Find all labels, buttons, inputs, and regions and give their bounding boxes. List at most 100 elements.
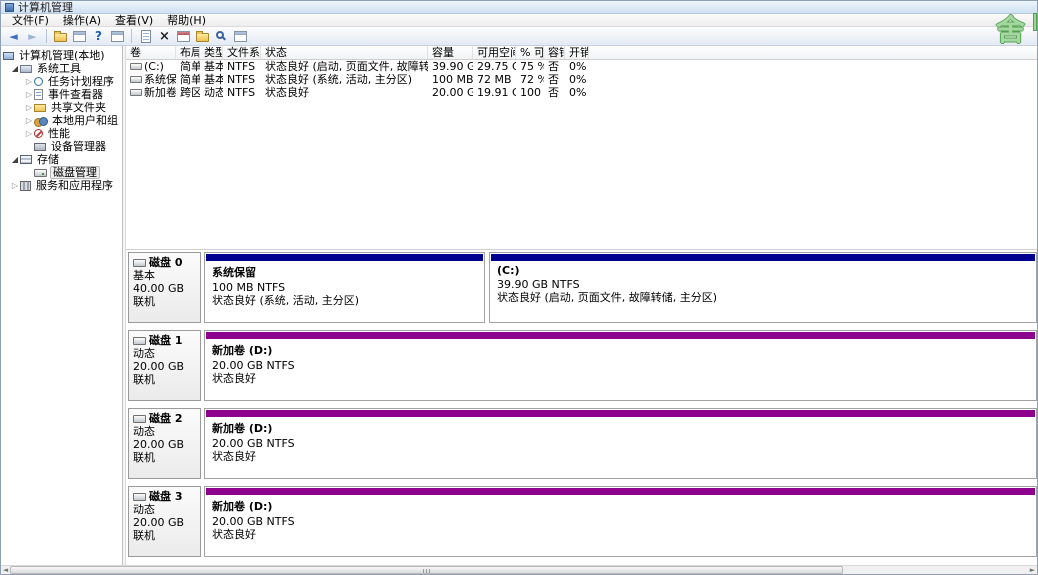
disk-size: 20.00 GB [133, 516, 200, 529]
expander-expanded-icon[interactable]: ◢ [10, 62, 20, 75]
storage-icon [20, 155, 32, 164]
app-icon [5, 3, 14, 12]
partition-color-strip [206, 254, 483, 261]
col-overhead[interactable]: 开销 [565, 46, 589, 59]
col-type[interactable]: 类型 [200, 46, 223, 59]
shared-folders-icon [34, 104, 46, 112]
volume-icon [130, 76, 142, 83]
console-window-icon[interactable] [71, 28, 88, 44]
menu-action[interactable]: 操作(A) [56, 14, 108, 27]
disk-3-label[interactable]: 磁盘 3 动态 20.00 GB 联机 [128, 486, 201, 557]
disk-status: 联机 [133, 451, 200, 464]
disk-size: 40.00 GB [133, 282, 200, 295]
properties-icon[interactable] [175, 28, 192, 44]
expander-expanded-icon[interactable]: ◢ [10, 153, 20, 166]
menu-bar: 文件(F) 操作(A) 查看(V) 帮助(H) [1, 14, 1037, 27]
disk-kind: 动态 [133, 503, 200, 516]
forward-icon[interactable]: ► [24, 28, 41, 44]
console-window-icon-2[interactable] [109, 28, 126, 44]
disk-0-label[interactable]: 磁盘 0 基本 40.00 GB 联机 [128, 252, 201, 323]
disk-status: 联机 [133, 295, 200, 308]
tree-item-local-users[interactable]: ▷ 本地用户和组 [1, 114, 122, 127]
col-free-space[interactable]: 可用空间 [473, 46, 516, 59]
disk-row-0: 磁盘 0 基本 40.00 GB 联机 系统保留 100 MB NTFS 状态良… [128, 252, 1037, 323]
menu-view[interactable]: 查看(V) [108, 14, 160, 27]
partition-new-volume-d[interactable]: 新加卷 (D:) 20.00 GB NTFS 状态良好 [204, 330, 1037, 401]
disk-icon [133, 337, 146, 345]
open-folder-icon[interactable] [194, 28, 211, 44]
tree-item-task-scheduler[interactable]: ▷ 任务计划程序 [1, 75, 122, 88]
col-layout[interactable]: 布局 [176, 46, 200, 59]
disk-kind: 动态 [133, 425, 200, 438]
disk-size: 20.00 GB [133, 438, 200, 451]
col-fault-tolerance[interactable]: 容错 [544, 46, 565, 59]
disk-kind: 动态 [133, 347, 200, 360]
disk-row-1: 磁盘 1 动态 20.00 GB 联机 新加卷 (D:) 20.00 GB NT… [128, 330, 1037, 401]
expander-collapsed-icon[interactable]: ▷ [24, 114, 34, 127]
help-icon[interactable]: ? [90, 28, 107, 44]
expander-collapsed-icon[interactable]: ▷ [24, 88, 34, 101]
disk-icon [133, 259, 146, 267]
watermark-partial-glyph [1033, 13, 1037, 31]
tree-item-storage[interactable]: ◢ 存储 [1, 153, 122, 166]
volume-icon [130, 89, 142, 96]
volume-row-c[interactable]: (C:) 简单 基本 NTFS 状态良好 (启动, 页面文件, 故障转储, 主分… [126, 60, 1037, 73]
disk-status: 联机 [133, 373, 200, 386]
disk-size: 20.00 GB [133, 360, 200, 373]
partition-system-reserved[interactable]: 系统保留 100 MB NTFS 状态良好 (系统, 活动, 主分区) [204, 252, 485, 323]
disk-kind: 基本 [133, 269, 200, 282]
system-tools-icon [20, 65, 32, 73]
col-capacity[interactable]: 容量 [428, 46, 473, 59]
disk-management-pane: 卷 布局 类型 文件系统 状态 容量 可用空间 % 可用 容错 开销 (C:) … [126, 46, 1037, 565]
col-status[interactable]: 状态 [261, 46, 428, 59]
event-viewer-icon [34, 89, 43, 100]
tree-item-event-viewer[interactable]: ▷ 事件查看器 [1, 88, 122, 101]
tree-item-computer-management[interactable]: 计算机管理(本地) [1, 49, 122, 62]
tree-item-disk-management[interactable]: 磁盘管理 [1, 166, 122, 179]
views-magnifier-icon[interactable] [213, 28, 230, 44]
menu-help[interactable]: 帮助(H) [160, 14, 213, 27]
tree-item-device-manager[interactable]: 设备管理器 [1, 140, 122, 153]
horizontal-scrollbar[interactable]: ◄ ► [1, 565, 1037, 574]
back-icon[interactable]: ◄ [5, 28, 22, 44]
scroll-left-icon[interactable]: ◄ [1, 566, 10, 574]
tree-item-performance[interactable]: ▷ 性能 [1, 127, 122, 140]
tree-item-services-apps[interactable]: ▷ 服务和应用程序 [1, 179, 122, 192]
disk-row-2: 磁盘 2 动态 20.00 GB 联机 新加卷 (D:) 20.00 GB NT… [128, 408, 1037, 479]
menu-file[interactable]: 文件(F) [5, 14, 56, 27]
expander-collapsed-icon[interactable]: ▷ [10, 179, 20, 192]
partition-color-strip [206, 410, 1035, 417]
col-filesystem[interactable]: 文件系统 [223, 46, 261, 59]
scroll-right-icon[interactable]: ► [1028, 566, 1037, 574]
expander-collapsed-icon[interactable]: ▷ [24, 127, 34, 140]
partition-new-volume-d[interactable]: 新加卷 (D:) 20.00 GB NTFS 状态良好 [204, 486, 1037, 557]
partition-new-volume-d[interactable]: 新加卷 (D:) 20.00 GB NTFS 状态良好 [204, 408, 1037, 479]
computer-icon [3, 52, 14, 60]
tree-item-shared-folders[interactable]: ▷ 共享文件夹 [1, 101, 122, 114]
window-title: 计算机管理 [18, 2, 73, 13]
expander-collapsed-icon[interactable]: ▷ [24, 75, 34, 88]
delete-icon[interactable]: × [156, 28, 173, 44]
col-volume[interactable]: 卷 [126, 46, 176, 59]
console-tree: 计算机管理(本地) ◢ 系统工具 ▷ 任务计划程序 ▷ 事件查看器 ▷ 共享文件… [1, 46, 123, 565]
refresh-page-icon[interactable] [137, 28, 154, 44]
show-console-tree-icon[interactable] [52, 28, 69, 44]
disk-icon [133, 415, 146, 423]
volume-row-system-reserved[interactable]: 系统保留 简单 基本 NTFS 状态良好 (系统, 活动, 主分区) 100 M… [126, 73, 1037, 86]
local-users-icon [34, 116, 47, 126]
disk-status: 联机 [133, 529, 200, 542]
disk-2-label[interactable]: 磁盘 2 动态 20.00 GB 联机 [128, 408, 201, 479]
services-icon [20, 181, 31, 191]
main-area: 计算机管理(本地) ◢ 系统工具 ▷ 任务计划程序 ▷ 事件查看器 ▷ 共享文件… [1, 46, 1037, 565]
tree-item-system-tools[interactable]: ◢ 系统工具 [1, 62, 122, 75]
partition-color-strip [491, 254, 1035, 261]
col-pct-free[interactable]: % 可用 [516, 46, 544, 59]
partition-c[interactable]: (C:) 39.90 GB NTFS 状态良好 (启动, 页面文件, 故障转储,… [489, 252, 1037, 323]
partition-color-strip [206, 488, 1035, 495]
scrollbar-thumb[interactable] [10, 566, 843, 574]
settings-window-icon[interactable] [232, 28, 249, 44]
disk-1-label[interactable]: 磁盘 1 动态 20.00 GB 联机 [128, 330, 201, 401]
toolbar-separator [131, 29, 132, 43]
volume-row-new-volume[interactable]: 新加卷 ... 跨区 动态 NTFS 状态良好 20.00 GB 19.91 G… [126, 86, 1037, 99]
expander-collapsed-icon[interactable]: ▷ [24, 101, 34, 114]
